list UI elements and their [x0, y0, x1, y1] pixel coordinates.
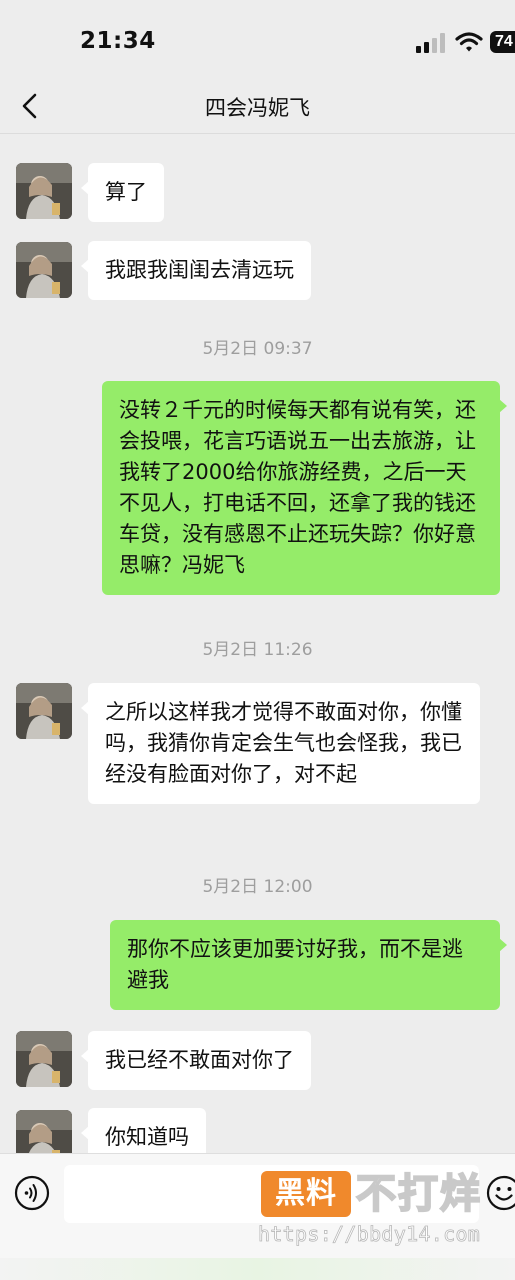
message-timestamp: 5月2日 12:00 — [202, 877, 313, 897]
emoji-icon[interactable] — [486, 1175, 515, 1211]
outgoing-message[interactable]: 没转２千元的时候每天都有说有笑，还会投喂，花言巧语说五一出去旅游，让我转了200… — [102, 381, 507, 595]
contact-avatar[interactable] — [16, 242, 72, 298]
nav-bar: 四会冯妮飞 — [0, 80, 515, 134]
incoming-message[interactable]: 我跟我闺闺去清远玩 — [81, 241, 311, 300]
contact-avatar[interactable] — [16, 1031, 72, 1087]
battery-level: 74 — [495, 33, 513, 50]
voice-icon[interactable] — [14, 1175, 50, 1211]
battery-icon: 74 — [490, 31, 515, 53]
incoming-message[interactable]: 算了 — [81, 163, 164, 222]
incoming-message[interactable]: 你知道吗 — [81, 1108, 206, 1153]
chat-title: 四会冯妮飞 — [205, 96, 310, 120]
home-indicator-area — [0, 1258, 515, 1280]
contact-avatar[interactable] — [16, 1110, 72, 1153]
incoming-message[interactable]: 之所以这样我才觉得不敢面对你，你懂吗，我猜你肯定会生气也会怪我，我已经没有脸面对… — [81, 683, 480, 804]
status-time: 21:34 — [80, 28, 156, 54]
status-bar: 21:34 74 — [0, 0, 515, 80]
chat-message-list[interactable]: 算了 我跟我闺闺去清远玩 5月2日 09:37 没转２千元的时候每天都有说有笑，… — [0, 135, 515, 1153]
message-input[interactable] — [64, 1165, 479, 1223]
signal-icon — [416, 33, 445, 53]
contact-avatar[interactable] — [16, 163, 72, 219]
contact-avatar[interactable] — [16, 683, 72, 739]
message-timestamp: 5月2日 09:37 — [202, 339, 313, 359]
message-timestamp: 5月2日 11:26 — [202, 640, 313, 660]
outgoing-message[interactable]: 那你不应该更加要讨好我，而不是逃避我 — [110, 920, 507, 1010]
wifi-icon — [455, 32, 483, 52]
incoming-message[interactable]: 我已经不敢面对你了 — [81, 1031, 311, 1090]
watermark-url: https://bbdy14.com — [258, 1222, 481, 1247]
